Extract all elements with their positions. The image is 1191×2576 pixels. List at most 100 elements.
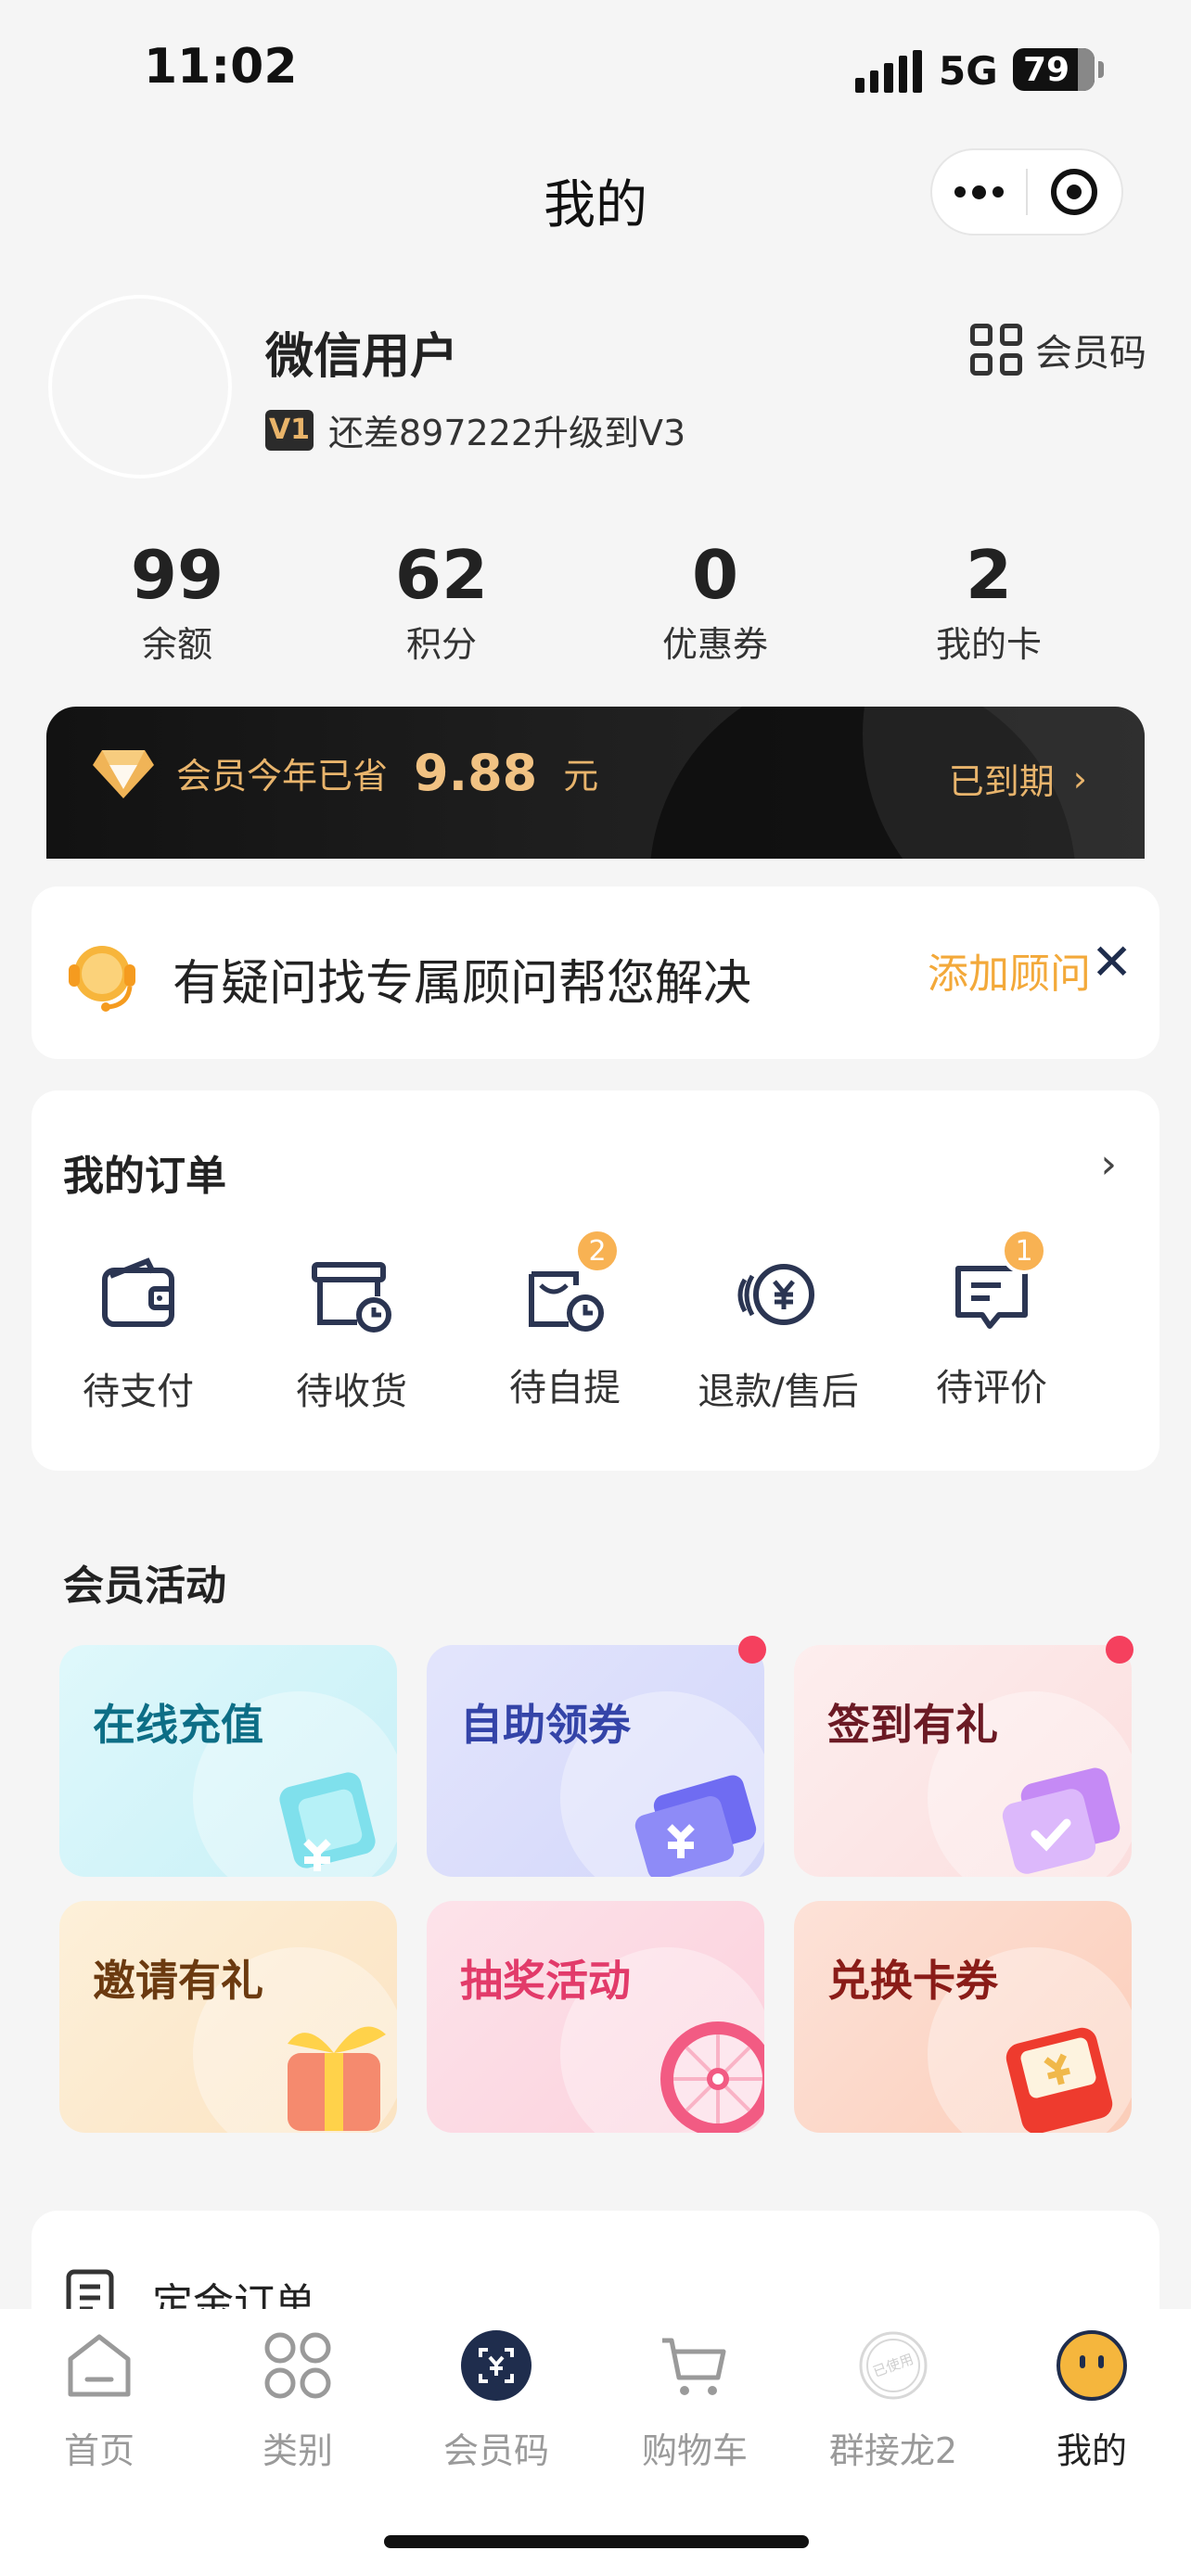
- activity-label: 在线充值: [93, 1700, 263, 1750]
- activity-label: 签到有礼: [827, 1700, 998, 1750]
- network-label: 5G: [939, 48, 998, 94]
- advisor-banner: 有疑问找专属顾问帮您解决 添加顾问 ✕: [32, 886, 1159, 1059]
- tab-label: 购物车: [641, 2430, 748, 2471]
- signal-icon: [855, 50, 922, 93]
- refund-yen-icon: [737, 1264, 814, 1325]
- member-code-icon: [461, 2330, 531, 2401]
- tab-category[interactable]: 类别: [198, 2329, 397, 2473]
- stat-label: 余额: [141, 624, 212, 665]
- add-advisor-button[interactable]: 添加顾问: [928, 940, 1091, 1000]
- activity-checkin[interactable]: 签到有礼: [794, 1645, 1132, 1877]
- level-badge: V1: [265, 409, 314, 451]
- status-bar: 11:02 5G 79: [0, 0, 1191, 139]
- notification-dot: [1106, 1636, 1133, 1664]
- order-refund[interactable]: 退款/售后: [672, 1248, 885, 1415]
- stat-points[interactable]: 62 积分: [302, 538, 581, 667]
- stat-value: 2: [965, 536, 1013, 614]
- package-clock-icon: [312, 1262, 391, 1333]
- savings-status[interactable]: 已到期 ›: [949, 753, 1087, 804]
- smiley-icon: [1057, 2330, 1127, 2401]
- tab-member-code[interactable]: 会员码: [397, 2329, 596, 2473]
- order-pending-receipt[interactable]: 待收货: [245, 1248, 458, 1415]
- order-badge: 1: [1001, 1228, 1047, 1274]
- category-icon: [264, 2332, 331, 2399]
- tab-label: 群接龙2: [828, 2430, 958, 2471]
- activity-label: 兑换卡券: [827, 1956, 998, 2006]
- tab-group[interactable]: 已使用 群接龙2: [794, 2329, 992, 2473]
- tab-cart[interactable]: 购物车: [596, 2329, 794, 2473]
- order-label: 待收货: [296, 1371, 407, 1413]
- username[interactable]: 微信用户: [265, 317, 458, 387]
- order-label: 退款/售后: [698, 1371, 859, 1413]
- member-code-label: 会员码: [1035, 332, 1146, 375]
- stat-my-cards[interactable]: 2 我的卡: [850, 538, 1128, 667]
- stat-label: 我的卡: [935, 624, 1042, 665]
- order-pending-pickup[interactable]: 2 待自提: [458, 1228, 672, 1415]
- activity-label: 邀请有礼: [93, 1956, 263, 2006]
- stat-label: 优惠券: [661, 624, 768, 665]
- order-label: 待自提: [509, 1367, 621, 1409]
- tab-label: 类别: [262, 2430, 333, 2471]
- activity-invite[interactable]: 邀请有礼: [59, 1901, 397, 2133]
- home-icon: [68, 2334, 131, 2397]
- chevron-right-icon: ›: [1072, 758, 1087, 799]
- target-icon: [1051, 169, 1098, 215]
- used-stamp-icon: 已使用: [859, 2331, 928, 2400]
- tab-label: 我的: [1056, 2430, 1127, 2471]
- stat-value: 62: [394, 536, 489, 614]
- battery-icon: 79: [1013, 48, 1104, 91]
- orders-card: 我的订单 › 待支付 待收货 2 待自提 退款/售后 1 待评价: [32, 1090, 1159, 1471]
- activity-label: 抽奖活动: [460, 1956, 631, 2006]
- savings-unit: 元: [563, 756, 599, 797]
- tab-mine[interactable]: 我的: [992, 2329, 1191, 2473]
- notification-dot: [738, 1636, 766, 1664]
- wallet-icon: [102, 1257, 174, 1327]
- savings-amount: 9.88: [414, 744, 538, 802]
- stat-label: 积分: [405, 624, 477, 665]
- order-pending-payment[interactable]: 待支付: [32, 1248, 245, 1415]
- more-button[interactable]: [932, 148, 1026, 236]
- coupon-icon: [634, 1775, 757, 1877]
- activity-recharge[interactable]: 在线充值: [59, 1645, 397, 1877]
- battery-level: 79: [1022, 50, 1070, 89]
- stat-balance[interactable]: 99 余额: [52, 538, 302, 667]
- activity-coupon[interactable]: 自助领券: [427, 1645, 764, 1877]
- activities-title: 会员活动: [63, 1562, 226, 1610]
- level-row[interactable]: V1 还差897222升级到V3: [265, 404, 685, 455]
- headset-advisor-icon: [69, 946, 135, 1012]
- level-text: 还差897222升级到V3: [328, 413, 686, 453]
- lottery-wheel-icon: [660, 2021, 764, 2133]
- close-icon[interactable]: ✕: [1091, 933, 1133, 991]
- chevron-right-icon[interactable]: ›: [1100, 1141, 1117, 1188]
- calendar-check-icon: [1002, 1767, 1121, 1874]
- orders-title[interactable]: 我的订单: [63, 1142, 226, 1202]
- status-time: 11:02: [144, 39, 298, 95]
- stat-value: 0: [691, 536, 739, 614]
- home-indicator: [384, 2535, 809, 2548]
- activity-redeem[interactable]: 兑换卡券: [794, 1901, 1132, 2133]
- mini-program-capsule: [930, 148, 1123, 236]
- stamp-text: 已使用: [871, 2351, 916, 2380]
- avatar[interactable]: [48, 295, 232, 478]
- tab-label: 会员码: [442, 2430, 549, 2471]
- activity-lottery[interactable]: 抽奖活动: [427, 1901, 764, 2133]
- member-code-button[interactable]: 会员码: [970, 323, 1146, 376]
- qr-code-icon: [970, 324, 1022, 376]
- stat-coupons[interactable]: 0 优惠券: [581, 538, 850, 667]
- tab-label: 首页: [63, 2430, 134, 2471]
- advisor-text: 有疑问找专属顾问帮您解决: [173, 956, 752, 1012]
- stats-row: 99 余额 62 积分 0 优惠券 2 我的卡: [56, 538, 1132, 667]
- diamond-icon: [93, 749, 154, 798]
- savings-banner[interactable]: 会员今年已省 9.88 元 已到期 ›: [46, 707, 1145, 859]
- order-label: 待评价: [936, 1367, 1047, 1409]
- close-miniprogram-button[interactable]: [1028, 148, 1121, 236]
- activity-label: 自助领券: [460, 1700, 631, 1750]
- stat-value: 99: [130, 536, 224, 614]
- tab-home[interactable]: 首页: [0, 2329, 198, 2473]
- order-label: 待支付: [83, 1371, 194, 1413]
- red-envelope-icon: [1005, 2027, 1113, 2133]
- order-pending-review[interactable]: 1 待评价: [885, 1228, 1098, 1415]
- savings-label: 会员今年已省: [176, 756, 389, 797]
- order-badge: 2: [574, 1228, 621, 1274]
- gift-icon: [288, 2026, 386, 2131]
